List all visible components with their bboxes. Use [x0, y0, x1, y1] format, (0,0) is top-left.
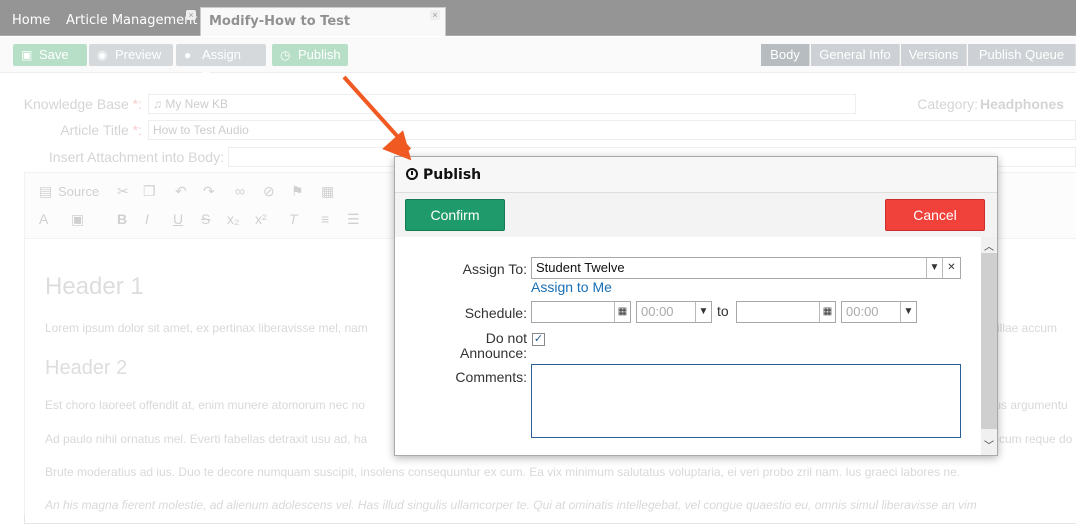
- chevron-down-icon[interactable]: ▼: [695, 302, 711, 322]
- schedule-start-date[interactable]: ▦: [531, 301, 631, 323]
- schedule-to-label: to: [717, 303, 729, 319]
- do-not-announce-label: Do not Announce:: [407, 331, 527, 361]
- assign-to-value: Student Twelve: [536, 260, 625, 275]
- assign-to-select[interactable]: Student Twelve ▼ ✕: [531, 257, 961, 279]
- assign-to-me-link[interactable]: Assign to Me: [531, 279, 612, 295]
- end-time-value: 00:00: [846, 304, 879, 319]
- clock-icon: [406, 168, 418, 180]
- calendar-icon[interactable]: ▦: [614, 302, 630, 322]
- schedule-end-time[interactable]: 00:00 ▼: [841, 301, 917, 323]
- dialog-header: Publish: [395, 157, 997, 193]
- schedule-start-time[interactable]: 00:00 ▼: [636, 301, 712, 323]
- chevron-down-icon[interactable]: ▼: [926, 258, 942, 278]
- chevron-down-icon[interactable]: ▼: [900, 302, 916, 322]
- announce-label-line-2: Announce:: [460, 345, 527, 361]
- scroll-thumb[interactable]: [981, 253, 997, 429]
- publish-dialog: Publish Confirm Cancel Assign To: Studen…: [394, 156, 998, 456]
- clear-icon[interactable]: ✕: [942, 258, 960, 278]
- cancel-button[interactable]: Cancel: [885, 199, 985, 231]
- schedule-label: Schedule:: [464, 305, 527, 321]
- dialog-title: Publish: [423, 167, 482, 183]
- comments-label: Comments:: [455, 369, 527, 385]
- calendar-icon[interactable]: ▦: [819, 302, 835, 322]
- comments-textarea[interactable]: [531, 364, 961, 438]
- scroll-up-icon[interactable]: ︿: [984, 238, 994, 253]
- dialog-action-bar: Confirm Cancel: [395, 193, 997, 237]
- dialog-scrollbar[interactable]: ︿ ﹀: [981, 237, 997, 455]
- announce-label-line-1: Do not: [485, 330, 527, 346]
- start-time-value: 00:00: [641, 304, 674, 319]
- schedule-end-date[interactable]: ▦: [736, 301, 836, 323]
- do-not-announce-checkbox[interactable]: ✓: [532, 333, 545, 346]
- assign-to-label: Assign To:: [462, 261, 527, 277]
- scroll-down-icon[interactable]: ﹀: [984, 437, 994, 452]
- confirm-button[interactable]: Confirm: [405, 199, 505, 231]
